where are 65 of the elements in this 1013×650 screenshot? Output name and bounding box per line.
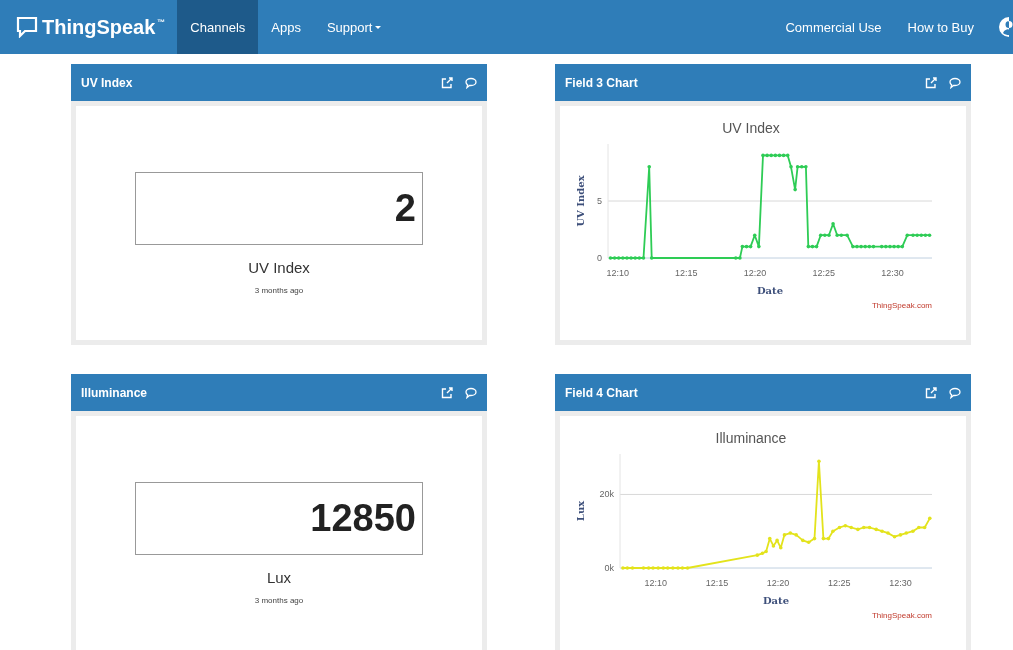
external-link-icon[interactable] bbox=[441, 386, 453, 399]
x-axis-label: Date bbox=[756, 285, 784, 296]
comment-icon[interactable] bbox=[465, 76, 477, 89]
external-link-icon[interactable] bbox=[925, 76, 937, 89]
chart-title: Illuminance bbox=[715, 430, 787, 446]
external-link-icon[interactable] bbox=[441, 76, 453, 89]
x-tick-label: 12:25 bbox=[828, 578, 851, 588]
data-point bbox=[752, 233, 757, 237]
x-tick-label: 12:10 bbox=[644, 578, 667, 588]
x-tick-label: 12:25 bbox=[812, 268, 835, 278]
brand-logo[interactable]: ThingSpeak bbox=[42, 15, 156, 39]
y-tick-label: 0 bbox=[597, 253, 602, 263]
value-label: Lux bbox=[266, 569, 292, 586]
nav-link[interactable]: How to Buy bbox=[894, 0, 987, 54]
widget-title: Illuminance bbox=[81, 385, 149, 400]
chart-credit[interactable]: ThingSpeak.com bbox=[871, 301, 932, 310]
data-point bbox=[831, 222, 835, 226]
external-link-icon[interactable] bbox=[925, 386, 937, 399]
data-point bbox=[831, 529, 835, 534]
data-point bbox=[874, 527, 878, 532]
y-axis-label: UV Index bbox=[575, 175, 586, 227]
widget-title: UV Index bbox=[81, 75, 134, 90]
data-point bbox=[928, 516, 932, 521]
widget-title: Field 4 Chart bbox=[565, 385, 639, 400]
data-point bbox=[767, 536, 772, 541]
data-point bbox=[886, 531, 890, 535]
x-tick-label: 12:20 bbox=[766, 578, 790, 588]
data-point bbox=[793, 187, 797, 192]
data-point bbox=[789, 165, 793, 169]
timestamp: 3 months ago bbox=[254, 596, 304, 605]
widget-title: Field 3 Chart bbox=[565, 75, 639, 90]
comment-icon[interactable] bbox=[465, 386, 477, 399]
x-tick-label: 12:30 bbox=[889, 578, 912, 588]
y-tick-label: 20k bbox=[599, 489, 614, 500]
data-point bbox=[880, 529, 884, 534]
value-display: 2 bbox=[135, 172, 423, 245]
data-point bbox=[757, 244, 761, 249]
x-tick-label: 12:15 bbox=[675, 268, 698, 278]
user-icon[interactable] bbox=[999, 17, 1013, 37]
nav-link[interactable]: Apps bbox=[258, 0, 314, 54]
value-label: UV Index bbox=[248, 259, 310, 276]
x-tick-label: 12:15 bbox=[705, 578, 729, 588]
x-tick-label: 12:30 bbox=[881, 268, 904, 278]
timestamp: 3 months ago bbox=[254, 286, 304, 295]
trademark: ™ bbox=[157, 18, 166, 27]
value-display: 12850 bbox=[135, 482, 423, 555]
x-axis-label: Date bbox=[762, 595, 790, 606]
y-tick-label: 5 bbox=[597, 196, 602, 206]
x-tick-label: 12:10 bbox=[606, 268, 629, 278]
nav-link[interactable]: Commercial Use bbox=[772, 0, 895, 54]
chat-bubble-icon bbox=[16, 16, 38, 38]
data-point bbox=[911, 529, 915, 534]
comment-icon[interactable] bbox=[949, 76, 961, 89]
nav-link[interactable]: Support bbox=[313, 0, 395, 54]
chart-credit[interactable]: ThingSpeak.com bbox=[871, 611, 932, 620]
data-point bbox=[817, 459, 821, 464]
nav-link[interactable]: Channels bbox=[177, 0, 259, 54]
y-axis-label: Lux bbox=[575, 500, 586, 522]
y-tick-label: 0k bbox=[604, 563, 614, 573]
comment-icon[interactable] bbox=[949, 386, 961, 399]
chart-title: UV Index bbox=[722, 120, 780, 136]
data-point bbox=[647, 165, 651, 169]
data-point bbox=[778, 545, 783, 550]
data-point bbox=[649, 256, 654, 260]
x-tick-label: 12:20 bbox=[743, 268, 767, 278]
